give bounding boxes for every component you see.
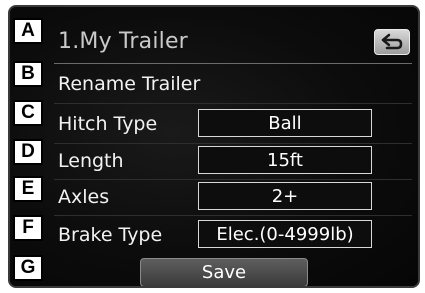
save-button[interactable]: Save xyxy=(140,258,308,286)
back-button[interactable] xyxy=(374,29,410,55)
row-divider xyxy=(54,179,412,180)
hitch-type-label: Hitch Type xyxy=(58,113,158,135)
axles-value[interactable]: 2+ xyxy=(198,182,372,210)
hitch-type-value[interactable]: Ball xyxy=(198,109,372,137)
callout-label: B xyxy=(13,61,43,87)
brake-type-value[interactable]: Elec.(0-4999lb) xyxy=(198,220,372,248)
row-divider xyxy=(54,103,412,104)
callout-label: D xyxy=(13,139,43,165)
title-divider xyxy=(54,63,412,64)
row-divider xyxy=(54,215,412,216)
page-title: 1.My Trailer xyxy=(58,29,188,54)
length-label: Length xyxy=(58,150,124,172)
rename-trailer-item[interactable]: Rename Trailer xyxy=(58,73,200,95)
brake-type-label: Brake Type xyxy=(58,224,163,246)
display-screen: 1.My Trailer Rename Trailer Hitch Type B… xyxy=(8,5,420,288)
callout-label: A xyxy=(13,18,43,44)
callout-label: F xyxy=(13,215,43,241)
back-arrow-icon xyxy=(381,33,403,50)
axles-label: Axles xyxy=(58,186,110,208)
length-value[interactable]: 15ft xyxy=(198,146,372,174)
callout-label: E xyxy=(13,176,43,202)
row-divider xyxy=(54,143,412,144)
callout-label: G xyxy=(13,255,43,281)
callout-label: C xyxy=(13,100,43,126)
